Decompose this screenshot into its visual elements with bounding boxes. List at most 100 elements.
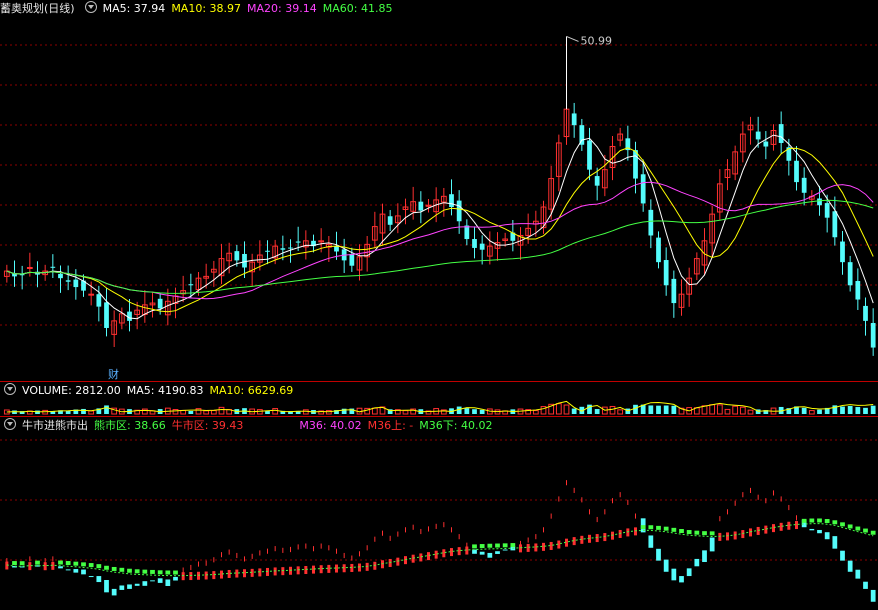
bear-candle — [142, 581, 148, 586]
bear-zone-marker — [134, 569, 140, 574]
stock-chart-window[interactable]: 50.99 蓄奥规划(日线) MA5: 37.94 MA10: 38.97 MA20:… — [0, 0, 878, 610]
news-badge[interactable]: 财 — [108, 366, 119, 382]
bear-zone-marker — [686, 530, 692, 535]
indicator-title: 牛市进熊市出 — [22, 419, 88, 432]
bear-zone-marker — [709, 531, 715, 536]
bull-zone-marker — [327, 564, 331, 573]
bull-zone-marker — [526, 543, 530, 552]
candle-body-down — [671, 278, 677, 304]
volume-bar-up — [218, 406, 225, 415]
bull-zone-marker — [189, 572, 193, 581]
volume-bar-down — [265, 411, 270, 414]
bear-zone-marker — [495, 543, 500, 548]
bull-zone-marker — [212, 571, 216, 580]
candle-body-down — [234, 251, 240, 261]
candle-body-down — [456, 200, 462, 222]
volume-bar-down — [840, 406, 845, 414]
bull-zone-marker — [204, 571, 208, 580]
candle-body-down — [663, 260, 669, 286]
candle-body-down — [334, 246, 339, 252]
volume-ma5-label: MA5: 4190.83 — [126, 384, 204, 397]
bear-candle — [165, 579, 171, 586]
volume-label: VOLUME: 2812.00 — [22, 384, 121, 397]
bear-zone-marker — [73, 561, 79, 566]
volume-bar-up — [172, 409, 179, 415]
volume-dropdown-icon[interactable] — [4, 383, 16, 395]
volume-bar-up — [609, 405, 616, 415]
bear-zone-marker — [847, 524, 853, 529]
bear-candle — [96, 576, 102, 583]
bull-zone-marker — [373, 561, 377, 570]
ma10-line — [6, 147, 874, 313]
candle-body-down — [280, 248, 286, 250]
bear-zone-marker — [150, 569, 155, 574]
bear-candle — [694, 558, 700, 567]
bear-zone-marker — [640, 525, 646, 530]
candle-body-down — [73, 279, 79, 288]
bear-candle — [847, 560, 853, 572]
bear-candle — [479, 551, 485, 555]
volume-bar-down — [870, 405, 876, 414]
volume-bar-up — [617, 409, 624, 415]
bear-candle — [870, 589, 876, 602]
peak-price-label: 50.99 — [581, 34, 613, 47]
volume-bar-down — [656, 405, 661, 414]
bear-zone-marker — [157, 570, 163, 575]
bull-zone-marker — [296, 566, 300, 575]
volume-bar-down — [633, 404, 638, 414]
volume-bar-up — [716, 404, 723, 415]
bear-candle — [840, 550, 845, 561]
bear-zone-marker — [855, 526, 861, 531]
bear-candle — [495, 551, 500, 554]
bull-zone-marker — [350, 563, 354, 572]
stock-title: 蓄奥规划(日线) — [0, 2, 75, 15]
bull-zone-marker — [434, 550, 438, 559]
candle-body-down — [479, 243, 485, 250]
bear-zone-marker — [12, 561, 17, 566]
bull-zone-marker — [197, 571, 200, 580]
candle-body-down — [265, 250, 270, 252]
bear-zone-marker — [81, 562, 86, 567]
bull-zone-marker — [227, 569, 231, 578]
volume-bar-down — [12, 410, 17, 414]
volume-bar-down — [671, 405, 677, 414]
candle-body-down — [763, 141, 769, 147]
bull-zone-marker — [250, 568, 254, 577]
bear-zone-marker — [870, 530, 876, 535]
volume-bar-up — [532, 410, 539, 415]
candle-body-down — [472, 239, 477, 248]
chart-canvas[interactable]: 50.99 — [0, 0, 878, 610]
bull-zone-marker — [726, 532, 729, 541]
dropdown-circle-icon[interactable] — [84, 1, 97, 13]
volume-bar-down — [817, 409, 822, 414]
bear-zone-marker — [19, 561, 25, 566]
candle-body-down — [188, 284, 194, 286]
bear-zone-marker — [472, 544, 477, 549]
candle-body-down — [863, 305, 868, 321]
bear-zone-marker — [96, 564, 102, 569]
volume-bar-down — [65, 410, 71, 414]
bear-candle — [686, 568, 692, 577]
bear-zone-marker — [702, 531, 707, 536]
bull-zone-marker — [741, 530, 745, 539]
bear-zone-marker — [817, 518, 822, 523]
bear-candle — [134, 583, 140, 586]
bear-candle — [58, 566, 63, 569]
bull-zone-marker — [43, 562, 47, 571]
bear-candle — [817, 529, 822, 534]
bull-zone-marker — [266, 567, 269, 576]
indicator-dropdown-icon[interactable] — [4, 418, 16, 430]
volume-bar-up — [709, 404, 716, 415]
volume-bar-down — [847, 406, 853, 414]
bull-zone-marker — [304, 565, 308, 574]
bear-zone-marker — [663, 526, 669, 531]
candle-body-down — [801, 177, 807, 193]
bull-zone-marker — [181, 572, 185, 581]
candle-body-down — [847, 262, 853, 286]
bull-zone-marker — [634, 527, 637, 536]
volume-bar-down — [801, 407, 807, 414]
bull-zone-marker — [220, 570, 223, 579]
bull-zone-marker — [258, 568, 262, 577]
bull-zone-marker — [289, 566, 292, 575]
bear-candle — [119, 585, 125, 590]
